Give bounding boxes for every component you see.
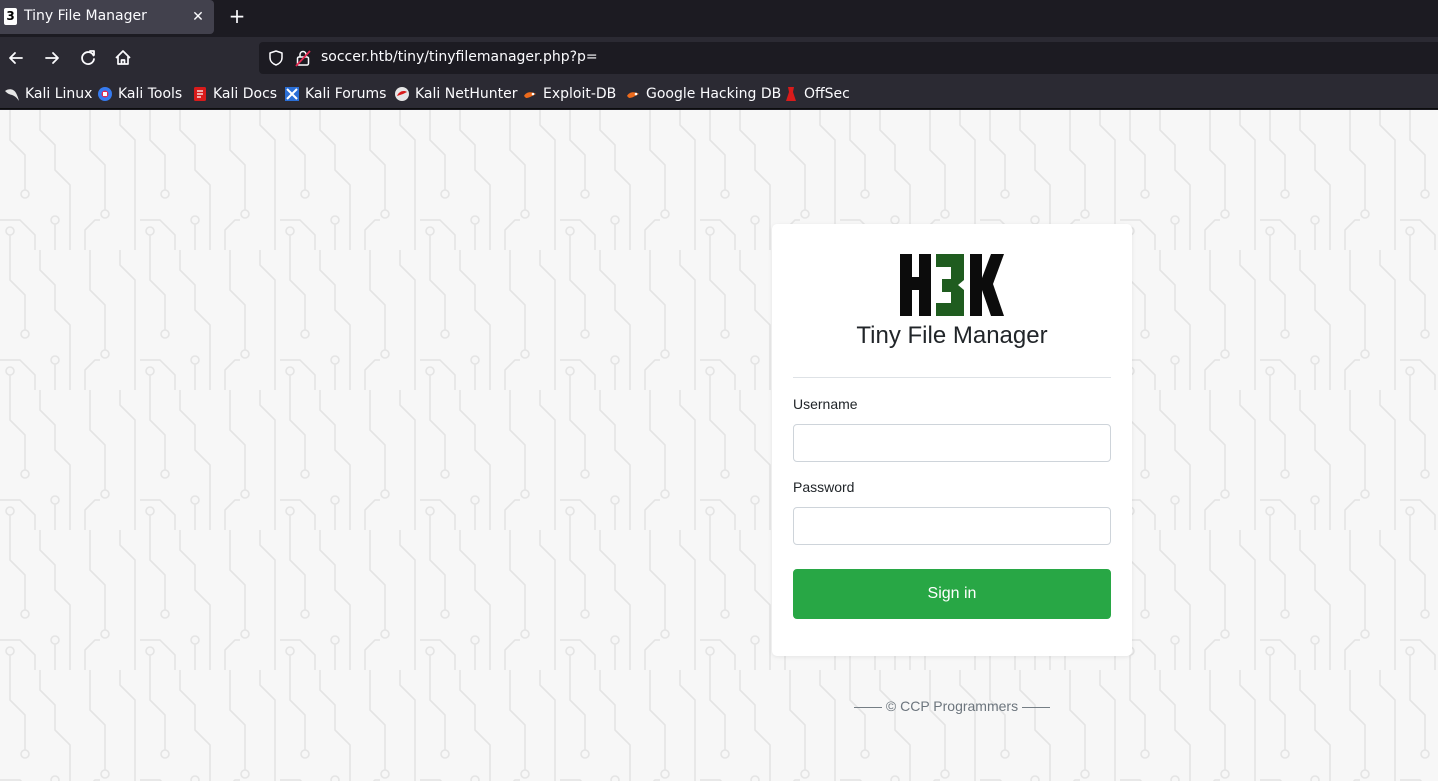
bookmark-google-hacking-db[interactable]: Google Hacking DB [625, 85, 781, 103]
bookmark-label: Exploit-DB [543, 86, 617, 102]
google-hacking-db-icon [627, 92, 639, 98]
username-input[interactable] [793, 424, 1111, 462]
kali-nethunter-icon [395, 87, 409, 101]
home-icon[interactable] [112, 47, 134, 69]
tab-strip: 3 Tiny File Manager ✕ + [0, 0, 1438, 37]
insecure-lock-icon[interactable] [295, 49, 311, 67]
tab-title: Tiny File Manager [24, 8, 147, 24]
bookmark-label: Kali Docs [213, 86, 278, 102]
sign-in-button[interactable]: Sign in [793, 569, 1111, 619]
bookmarks-toolbar: Kali Linux Kali Tools Kali Docs Kali For… [0, 79, 1438, 109]
back-arrow-icon[interactable] [5, 47, 27, 69]
reload-icon[interactable] [77, 47, 99, 69]
h3k-logo [900, 254, 1004, 316]
forward-arrow-icon[interactable] [41, 47, 63, 69]
navigation-toolbar: soccer.htb/tiny/tinyfilemanager.php?p= [0, 37, 1438, 79]
page-viewport: Tiny File Manager Username Password Sign… [0, 110, 1438, 781]
app-title: Tiny File Manager [856, 322, 1048, 349]
bookmark-label: Google Hacking DB [646, 86, 782, 102]
address-bar[interactable]: soccer.htb/tiny/tinyfilemanager.php?p= [259, 42, 1438, 74]
bookmark-label: Kali Tools [118, 86, 183, 102]
bookmark-label: Kali Linux [25, 86, 93, 102]
new-tab-button[interactable]: + [226, 5, 248, 27]
bookmark-kali-linux[interactable]: Kali Linux [4, 85, 92, 103]
password-input[interactable] [793, 507, 1111, 545]
bookmark-exploit-db[interactable]: Exploit-DB [522, 85, 616, 103]
offsec-icon [786, 87, 796, 101]
bookmark-kali-docs[interactable]: Kali Docs [192, 85, 277, 103]
bookmark-kali-forums[interactable]: Kali Forums [284, 85, 386, 103]
kali-dragon-icon [5, 89, 19, 101]
kali-tools-icon [98, 87, 112, 101]
divider [793, 377, 1111, 378]
url-text: soccer.htb/tiny/tinyfilemanager.php?p= [321, 49, 598, 65]
bookmark-label: OffSec [804, 86, 850, 102]
username-label: Username [793, 396, 858, 412]
browser-tab[interactable]: 3 Tiny File Manager ✕ [0, 0, 214, 34]
kali-forums-icon [285, 87, 299, 101]
circuit-background-pattern [0, 110, 1438, 781]
kali-docs-icon [194, 87, 206, 101]
close-tab-icon[interactable]: ✕ [188, 7, 208, 27]
bookmark-offsec[interactable]: OffSec [783, 85, 850, 103]
bookmark-label: Kali NetHunter [415, 86, 518, 102]
tab-favicon-icon: 3 [4, 8, 17, 25]
bookmark-kali-tools[interactable]: Kali Tools [97, 85, 182, 103]
login-card: Tiny File Manager Username Password Sign… [772, 224, 1132, 656]
exploit-db-icon [524, 92, 536, 98]
tracking-protection-shield-icon[interactable] [267, 49, 285, 67]
footer-copyright: —— © CCP Programmers —— [854, 698, 1050, 714]
bookmark-label: Kali Forums [305, 86, 387, 102]
password-label: Password [793, 479, 855, 495]
bookmark-kali-nethunter[interactable]: Kali NetHunter [394, 85, 517, 103]
